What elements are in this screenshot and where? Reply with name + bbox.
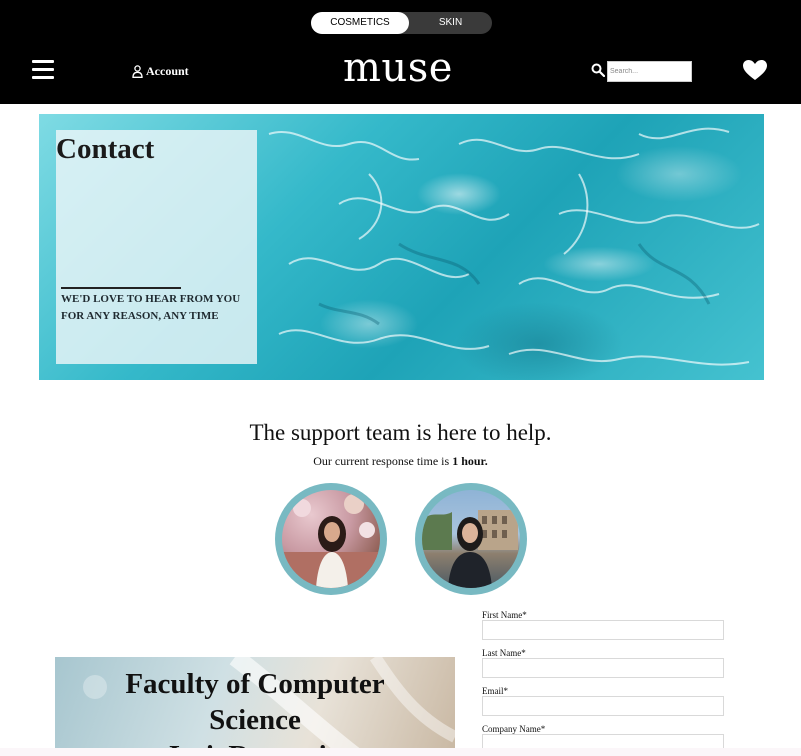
avatar-photo-1 [282,494,380,588]
company-name-label: Company Name* [482,724,546,734]
heart-icon[interactable] [742,59,768,81]
account-label: Account [146,63,189,78]
faculty-line-2: Science [209,704,301,736]
support-subtitle: Our current response time is 1 hour. [0,454,801,469]
support-heading: The support team is here to help. [249,420,552,445]
hero-tagline: WE'D LOVE TO HEAR FROM YOU FOR ANY REASO… [61,293,241,322]
account-link[interactable]: Account [132,63,189,79]
menu-icon[interactable] [32,60,54,80]
last-name-field[interactable] [482,658,724,678]
hero-divider [61,287,181,289]
page-title: Contact [56,133,155,165]
site-header: COSMETICS SKIN Account muse [0,0,801,104]
search-icon[interactable] [591,63,605,77]
last-name-label: Last Name* [482,648,526,658]
toggle-skin[interactable]: SKIN [409,12,492,34]
avatar-photo-2 [422,510,518,588]
email-field[interactable] [482,696,724,716]
avatar-team-member-1 [275,483,387,595]
search-input[interactable] [607,61,692,82]
user-icon [132,64,143,78]
first-name-label: First Name* [482,610,527,620]
faculty-line-1: Faculty of Computer [125,668,385,700]
response-time-value: 1 hour. [452,454,488,468]
category-toggle[interactable]: COSMETICS SKIN [311,12,492,34]
faculty-heading: Faculty of Computer Science Iasi, Romani… [55,666,455,756]
brand-logo[interactable]: muse [343,43,463,93]
bottom-edge [0,748,801,756]
toggle-cosmetics[interactable]: COSMETICS [311,12,409,34]
email-label: Email* [482,686,508,696]
response-time-text: Our current response time is [313,454,450,468]
first-name-field[interactable] [482,620,724,640]
avatar-team-member-2 [415,483,527,595]
